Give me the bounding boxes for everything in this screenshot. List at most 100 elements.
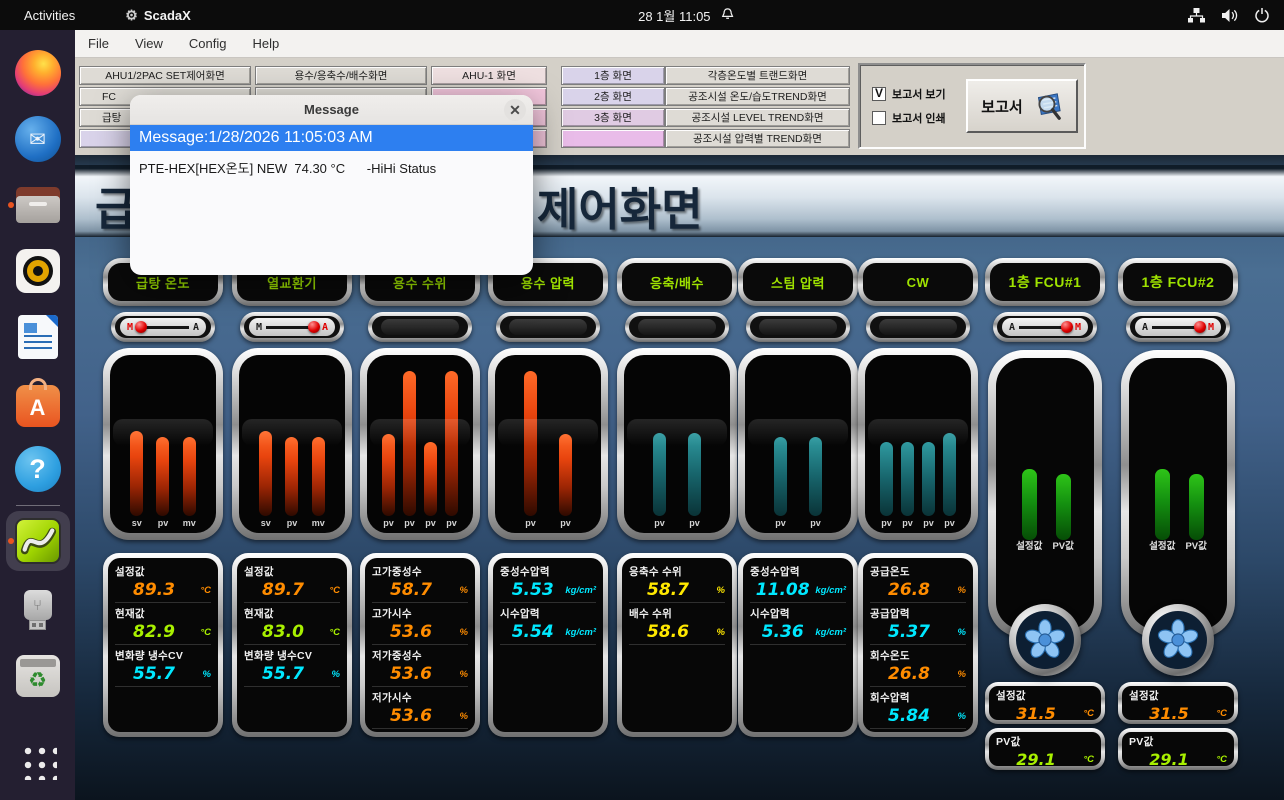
value-unit: °C <box>193 627 211 638</box>
tab-button[interactable]: 공조시설 온도/습도TREND화면 <box>665 87 850 106</box>
tab-button[interactable]: 3층 화면 <box>561 108 665 127</box>
bar-label: pv <box>689 518 700 528</box>
dock-item-rhythmbox[interactable] <box>6 238 70 304</box>
dialog-title-text: Message <box>304 102 359 117</box>
running-indicator <box>8 202 14 208</box>
auto-manual-switch[interactable]: AM <box>993 312 1097 342</box>
gauge-bar <box>880 442 893 517</box>
ubuntu-software-icon: A <box>16 385 60 427</box>
value-label: 저가중성수 <box>372 648 468 663</box>
value-number: 55.7 <box>115 664 193 684</box>
switch-right-label: A <box>322 322 328 333</box>
tab-button[interactable]: 2층 화면 <box>561 87 665 106</box>
gauge-panel: 열교환기MAsvpvmv설정값89.7°C현재값83.0°C변화량 냉수CV55… <box>232 258 352 737</box>
volume-icon <box>1221 8 1238 23</box>
bar-label: pv <box>446 518 457 528</box>
gauge-bar <box>1155 469 1170 540</box>
value-unit: % <box>450 627 468 638</box>
report-print-checkbox[interactable] <box>872 111 886 125</box>
value-label: PV값 <box>1129 734 1227 749</box>
bar-graph-screen: pvpv <box>617 348 737 540</box>
menu-config[interactable]: Config <box>176 32 240 55</box>
value-row: 저가시수53.6% <box>372 687 468 729</box>
tab-button[interactable]: 1층 화면 <box>561 66 665 85</box>
bar-label: pv <box>560 518 571 528</box>
bar-label: pv <box>944 518 955 528</box>
auto-manual-switch[interactable]: MA <box>240 312 344 342</box>
fan-icon <box>1009 604 1081 676</box>
bar-graph-screen: svpvmv <box>232 348 352 540</box>
bar-label: 설정값 <box>1149 542 1175 552</box>
switch-right-label: M <box>1075 322 1081 333</box>
fcu-setpoint-box: 설정값31.5°C <box>985 682 1105 724</box>
system-tray[interactable] <box>1188 7 1270 23</box>
menu-view[interactable]: View <box>122 32 176 55</box>
panel-title: 1층 FCU#1 <box>1009 272 1082 292</box>
value-row: 설정값89.3°C <box>115 561 211 603</box>
tab-button[interactable]: 용수/응축수/배수화면 <box>255 66 427 85</box>
tab-button[interactable]: 공조시설 압력별 TREND화면 <box>665 129 850 148</box>
dialog-selected-line[interactable]: Message:1/28/2026 11:05:03 AM <box>130 125 533 151</box>
value-row: 현재값82.9°C <box>115 603 211 645</box>
gauge-panel: 스팀 압력pvpv중성수압력11.08kg/cm²시수압력5.36kg/cm² <box>738 258 858 737</box>
tab-button[interactable]: 각층온도별 트랜드화면 <box>665 66 850 85</box>
gauge-bar <box>688 433 701 516</box>
bell-icon <box>721 7 736 23</box>
bar-label: pv <box>775 518 786 528</box>
tab-button[interactable]: AHU1/2PAC SET제어화면 <box>79 66 251 85</box>
value-unit: % <box>193 669 211 680</box>
dock-item-usb-drive[interactable]: ⑂ <box>6 577 70 643</box>
value-number: 5.54 <box>500 622 565 642</box>
report-view-option[interactable]: V 보고서 보기 <box>872 86 946 102</box>
close-icon[interactable]: ✕ <box>504 99 526 121</box>
dialog-titlebar[interactable]: Message ✕ <box>130 95 533 125</box>
tab-button[interactable]: 공조시설 LEVEL TREND화면 <box>665 108 850 127</box>
dock-item-trash[interactable]: ♻ <box>6 643 70 709</box>
focused-app-indicator[interactable]: ⚙ ScadaX <box>125 7 191 24</box>
trash-icon: ♻ <box>16 655 60 697</box>
dock-item-files[interactable] <box>6 172 70 238</box>
value-row: 시수압력5.54kg/cm² <box>500 603 596 645</box>
value-unit: % <box>450 585 468 596</box>
dock-item-libreoffice-writer[interactable] <box>6 304 70 370</box>
menu-file[interactable]: File <box>75 32 122 55</box>
dock-item-ubuntu-software[interactable]: A <box>6 370 70 436</box>
panel-title: 용수 수위 <box>393 273 447 292</box>
gauge-bar <box>130 431 143 516</box>
panel-title: 응축/배수 <box>650 273 704 292</box>
value-unit: % <box>450 711 468 722</box>
tab-button[interactable] <box>561 129 665 148</box>
gauge-panel: 용수 압력pvpv중성수압력5.53kg/cm²시수압력5.54kg/cm² <box>488 258 608 737</box>
dock-item-thunderbird[interactable]: ✉ <box>6 106 70 172</box>
value-label: 현재값 <box>244 606 340 621</box>
switch-right-label: A <box>193 322 199 333</box>
report-view-checkbox[interactable]: V <box>872 87 886 101</box>
report-print-label: 보고서 인쇄 <box>892 110 946 126</box>
gauge-bar <box>524 371 537 516</box>
gauge-bar <box>424 442 437 517</box>
clock-area[interactable]: 28 1월 11:05 <box>638 6 735 25</box>
tab-button[interactable]: AHU-1 화면 <box>431 66 547 85</box>
value-row: 배수 수위58.6% <box>629 603 725 645</box>
value-number: 58.7 <box>629 580 707 600</box>
report-print-option[interactable]: 보고서 인쇄 <box>872 110 946 126</box>
gauge-panel: 용수 수위pvpvpvpv고가중성수58.7%고가시수53.6%저가중성수53.… <box>360 258 480 737</box>
gauge-bar <box>183 437 196 516</box>
dock-item-scadax-active[interactable] <box>6 511 70 571</box>
value-row: 고가중성수58.7% <box>372 561 468 603</box>
auto-manual-switch[interactable]: AM <box>1126 312 1230 342</box>
value-label: 저가시수 <box>372 690 468 705</box>
dock-item-help[interactable]: ? <box>6 436 70 502</box>
menu-help[interactable]: Help <box>239 32 292 55</box>
libreoffice-writer-icon <box>18 315 58 359</box>
value-label: 중성수압력 <box>750 564 846 579</box>
report-button[interactable]: 보고서 <box>966 79 1078 133</box>
dock-item-firefox[interactable] <box>6 40 70 106</box>
value-row: 중성수압력5.53kg/cm² <box>500 561 596 603</box>
report-button-label: 보고서 <box>981 96 1022 117</box>
auto-manual-switch[interactable]: MA <box>111 312 215 342</box>
scadax-dock-icon <box>15 518 61 564</box>
bar-label: sv <box>132 518 142 528</box>
activities-button[interactable]: Activities <box>16 5 83 26</box>
dock-item-show-applications[interactable] <box>6 728 70 794</box>
